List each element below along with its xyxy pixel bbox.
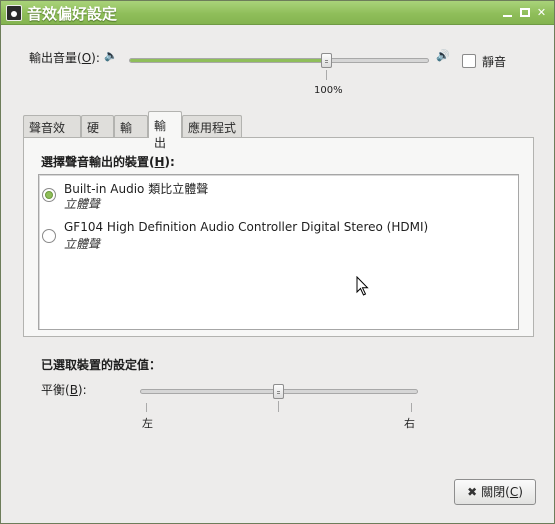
title-bar[interactable]: 音效偏好設定 ✕ (1, 1, 554, 25)
tab-output[interactable]: 輸出 (148, 111, 182, 150)
balance-center-tick (278, 401, 279, 412)
mute-label[interactable]: 靜音 (482, 53, 506, 70)
mouse-cursor-icon (356, 276, 369, 296)
balance-slider-handle[interactable] (273, 384, 284, 399)
app-icon (6, 5, 22, 21)
speaker-low-icon: 🔈 (104, 49, 118, 62)
close-icon: ✖ (467, 485, 478, 499)
close-icon: ✕ (536, 6, 547, 19)
volume-slider-handle[interactable] (321, 53, 332, 68)
output-volume-slider[interactable] (129, 58, 429, 63)
tab-applications[interactable]: 應用程式 (182, 115, 242, 137)
device-profile: 立體聲 (64, 197, 101, 211)
device-name[interactable]: GF104 High Definition Audio Controller D… (64, 220, 428, 234)
balance-right-tick (411, 403, 412, 412)
selected-device-settings-heading: 已選取裝置的設定值： (41, 358, 162, 372)
window-title: 音效偏好設定 (27, 5, 118, 23)
output-volume-label: 輸出音量(O): (29, 51, 100, 65)
close-button[interactable]: ✖ 關閉(C) (454, 479, 536, 505)
speaker-high-icon: 🔊 (436, 49, 450, 62)
close-window-button[interactable]: ✕ (534, 6, 549, 20)
volume-fill (130, 59, 327, 62)
mute-checkbox[interactable] (462, 54, 476, 68)
tab-sound-effects[interactable]: 聲音效果 (23, 115, 81, 152)
device-radio-hdmi[interactable] (42, 229, 56, 243)
device-list-heading: 選擇聲音輸出的裝置(H): (41, 155, 175, 169)
sound-preferences-window: 音效偏好設定 ✕ 輸出音量(O): 🔈 100% 🔊 靜音 聲音效果 硬件 輸入… (0, 0, 555, 524)
output-device-list[interactable] (38, 174, 519, 330)
minimize-icon (503, 15, 512, 17)
volume-100-mark: 100% (314, 85, 343, 96)
tab-input[interactable]: 輸入 (114, 115, 148, 152)
maximize-button[interactable] (517, 6, 532, 20)
minimize-button[interactable] (500, 6, 515, 20)
device-radio-builtin[interactable] (42, 188, 56, 202)
tab-hardware[interactable]: 硬件 (81, 115, 114, 152)
balance-right-label: 右 (404, 417, 415, 430)
device-profile: 立體聲 (64, 237, 101, 251)
volume-100-tick (326, 70, 327, 80)
balance-left-label: 左 (142, 417, 153, 430)
balance-left-tick (146, 403, 147, 412)
maximize-icon (519, 8, 530, 17)
balance-label: 平衡(B): (41, 383, 87, 397)
